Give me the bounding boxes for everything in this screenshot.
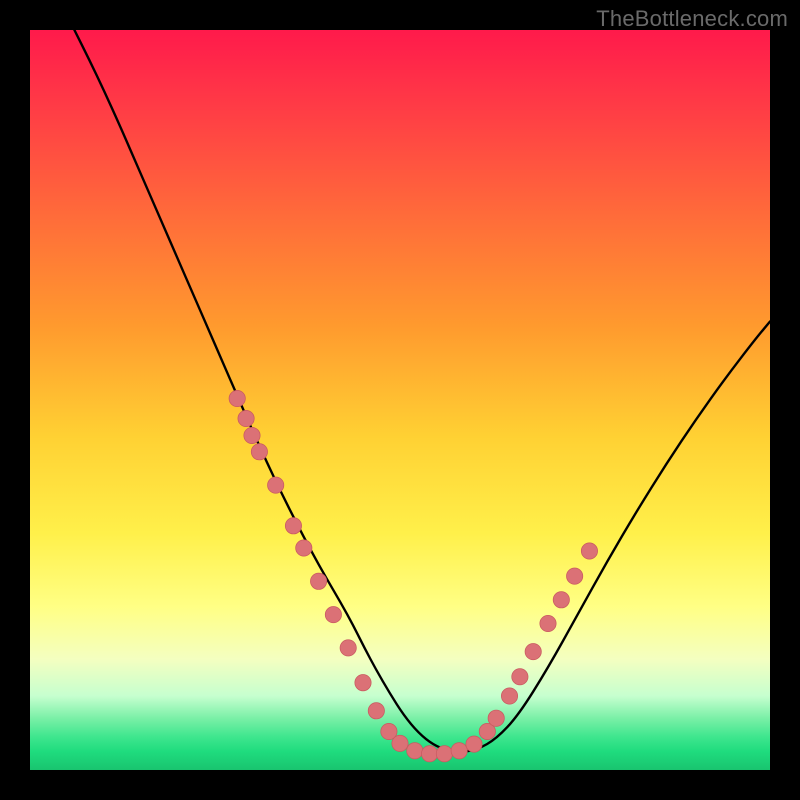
curve-marker bbox=[567, 568, 583, 584]
curve-marker bbox=[355, 675, 371, 691]
curve-marker bbox=[488, 710, 504, 726]
curve-marker bbox=[581, 543, 597, 559]
curve-marker bbox=[310, 573, 326, 589]
curve-layer bbox=[30, 30, 770, 770]
curve-marker bbox=[268, 477, 284, 493]
curve-marker bbox=[368, 703, 384, 719]
curve-marker bbox=[229, 390, 245, 406]
bottleneck-curve bbox=[74, 30, 770, 752]
curve-marker bbox=[512, 669, 528, 685]
plot-area bbox=[30, 30, 770, 770]
curve-marker bbox=[466, 736, 482, 752]
curve-marker bbox=[340, 640, 356, 656]
curve-marker bbox=[407, 743, 423, 759]
chart-stage: TheBottleneck.com bbox=[0, 0, 800, 800]
curve-marker bbox=[325, 606, 341, 622]
curve-marker bbox=[238, 410, 254, 426]
curve-marker bbox=[525, 643, 541, 659]
curve-marker bbox=[436, 746, 452, 762]
curve-marker bbox=[392, 735, 408, 751]
watermark-text: TheBottleneck.com bbox=[596, 6, 788, 32]
curve-marker bbox=[553, 592, 569, 608]
curve-marker bbox=[244, 427, 260, 443]
curve-marker bbox=[251, 444, 267, 460]
curve-marker bbox=[451, 743, 467, 759]
curve-marker bbox=[501, 688, 517, 704]
curve-marker bbox=[296, 540, 312, 556]
curve-marker bbox=[421, 746, 437, 762]
marker-group bbox=[229, 390, 598, 761]
curve-marker bbox=[285, 518, 301, 534]
curve-marker bbox=[540, 615, 556, 631]
